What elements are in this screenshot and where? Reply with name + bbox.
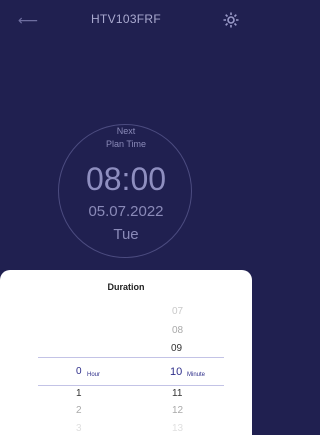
gear-icon (223, 12, 239, 28)
hour-option[interactable]: 3 (76, 423, 82, 434)
minute-selected[interactable]: 10 (170, 366, 182, 378)
plan-date-value: 05.07.2022 (88, 203, 164, 220)
plan-time-label: Plan Time (105, 139, 147, 149)
minute-option[interactable]: 09 (171, 343, 182, 354)
selection-line-top (38, 357, 224, 358)
duration-picker-sheet (0, 270, 252, 435)
header-bar: ⟵ HTV103FRF (0, 0, 252, 40)
minute-option[interactable]: 13 (172, 423, 183, 434)
selection-line-bottom (38, 385, 224, 386)
settings-button[interactable] (222, 11, 240, 29)
plan-day-value: Tue (113, 226, 139, 243)
hour-selected[interactable]: 0 (76, 366, 82, 377)
hour-option[interactable]: 2 (76, 405, 82, 416)
page-title: HTV103FRF (90, 12, 162, 26)
minute-unit-label: Minute (187, 372, 206, 378)
hour-unit-label: Hour (87, 372, 101, 378)
minute-option[interactable]: 08 (172, 325, 183, 336)
minute-option[interactable]: 07 (172, 306, 183, 317)
next-label: Next (116, 126, 136, 136)
minute-option[interactable]: 12 (172, 405, 183, 416)
duration-title: Duration (107, 282, 145, 292)
hour-option[interactable]: 1 (76, 388, 82, 399)
minute-option[interactable]: 11 (172, 388, 182, 399)
plan-time-value: 08:00 (85, 161, 167, 197)
